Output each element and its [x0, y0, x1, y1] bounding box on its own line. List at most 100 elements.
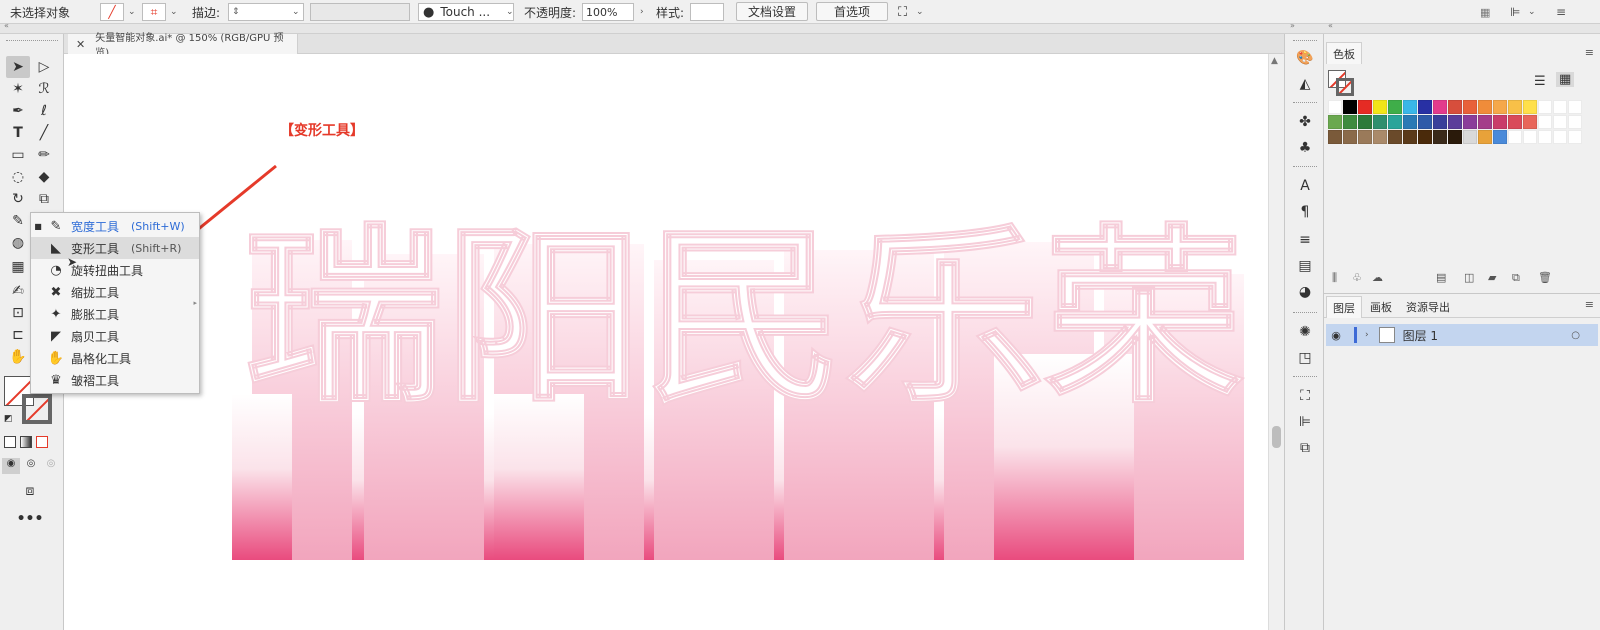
direct-selection-tool-icon[interactable]: ▷: [32, 56, 56, 78]
swatch[interactable]: [1358, 130, 1372, 144]
align-panel-icon[interactable]: ⊫: [1293, 412, 1317, 432]
grid-icon[interactable]: ▦: [1480, 0, 1490, 24]
flyout-item[interactable]: ◔ 旋转扭曲工具: [31, 259, 199, 281]
stroke-panel-icon[interactable]: ≡: [1293, 230, 1317, 250]
new-folder-icon[interactable]: ▰: [1488, 271, 1496, 284]
swatch[interactable]: [1538, 100, 1552, 114]
tab-swatches[interactable]: 色板: [1326, 42, 1362, 64]
swatch[interactable]: [1478, 100, 1492, 114]
lasso-icon[interactable]: ℛ: [32, 78, 56, 100]
none-mode-icon[interactable]: [36, 436, 48, 448]
swatch[interactable]: [1568, 130, 1582, 144]
swatch[interactable]: [1478, 130, 1492, 144]
menu-icon[interactable]: ≡: [1556, 0, 1566, 24]
swatch[interactable]: [1343, 130, 1357, 144]
eye-icon[interactable]: ◉: [1326, 329, 1346, 342]
tear-off-icon[interactable]: ▸: [193, 299, 197, 307]
swatch[interactable]: [1568, 115, 1582, 129]
line-tool-icon[interactable]: ╱: [32, 122, 56, 144]
draw-inside-icon[interactable]: ◎: [42, 458, 60, 474]
collapse-right-icon[interactable]: «: [1328, 21, 1333, 30]
eyedropper-icon[interactable]: ✍: [6, 280, 30, 302]
swatch[interactable]: [1448, 130, 1462, 144]
paragraph-panel-icon[interactable]: ¶: [1293, 202, 1317, 222]
swatch[interactable]: [1538, 115, 1552, 129]
gradient-panel-icon[interactable]: ▤: [1293, 256, 1317, 276]
character-panel-icon[interactable]: A: [1293, 176, 1317, 196]
swatch[interactable]: [1463, 100, 1477, 114]
swatch[interactable]: [1373, 115, 1387, 129]
swatch[interactable]: [1523, 100, 1537, 114]
swatch[interactable]: [1553, 100, 1567, 114]
swatch-kinds-icon[interactable]: ♧: [1352, 271, 1362, 284]
close-icon[interactable]: ✕: [76, 38, 85, 51]
artboard-canvas[interactable]: 瑞阳民乐荣 【变形工具】: [64, 54, 1268, 630]
chevron-down-icon[interactable]: ⌄: [916, 0, 924, 24]
toolbar-grip[interactable]: [6, 40, 58, 43]
swatch[interactable]: [1403, 115, 1417, 129]
swatch[interactable]: [1358, 115, 1372, 129]
flyout-item[interactable]: ✖ 缩拢工具: [31, 281, 199, 303]
swatch[interactable]: [1403, 130, 1417, 144]
swatch[interactable]: [1418, 115, 1432, 129]
screen-mode-icon[interactable]: ⧈: [18, 480, 42, 502]
brush-definition-dropdown[interactable]: ● Touch ...: [418, 3, 514, 21]
color-group-icon[interactable]: ◫: [1464, 271, 1474, 284]
swatch[interactable]: [1553, 130, 1567, 144]
perspective-grid-icon[interactable]: ▦: [6, 256, 30, 278]
new-swatch-icon[interactable]: ⧉: [1512, 271, 1520, 285]
swatch[interactable]: [1373, 130, 1387, 144]
width-tool-icon[interactable]: ✎: [6, 210, 30, 232]
swatch[interactable]: [1493, 100, 1507, 114]
swatch[interactable]: [1448, 115, 1462, 129]
rectangle-tool-icon[interactable]: ▭: [6, 144, 30, 166]
target-circle-icon[interactable]: ○: [1571, 330, 1580, 341]
swatch[interactable]: [1433, 115, 1447, 129]
swatch[interactable]: [1508, 130, 1522, 144]
collapse-left-icon[interactable]: «: [4, 21, 9, 30]
scroll-up-icon[interactable]: ▲: [1271, 56, 1278, 66]
swatch[interactable]: [1523, 130, 1537, 144]
hand-tool-icon[interactable]: ✋: [6, 346, 30, 368]
stroke-swatch-button[interactable]: ⌗: [142, 3, 166, 21]
swatch[interactable]: [1388, 100, 1402, 114]
grid-view-icon[interactable]: ▦: [1556, 72, 1575, 87]
scrollbar-thumb[interactable]: [1272, 426, 1281, 448]
delete-icon[interactable]: 🗑: [1538, 271, 1552, 284]
panel-menu-icon[interactable]: ≡: [1585, 298, 1594, 311]
selection-tool-icon[interactable]: ➤: [6, 56, 30, 78]
swatch[interactable]: [1508, 115, 1522, 129]
stroke-weight-dropdown[interactable]: ⌄: [292, 0, 300, 24]
chevron-down-icon[interactable]: ⌄: [170, 0, 178, 24]
preferences-button[interactable]: 首选项: [816, 2, 888, 21]
chevron-right-icon[interactable]: ›: [640, 0, 644, 24]
swatch[interactable]: [1448, 100, 1462, 114]
transparency-panel-icon[interactable]: ◕: [1293, 282, 1317, 302]
flyout-item[interactable]: ◣ 变形工具 (Shift+R): [31, 237, 199, 259]
swatch[interactable]: [1433, 130, 1447, 144]
swatch[interactable]: [1508, 100, 1522, 114]
panel-menu-icon[interactable]: ≡: [1585, 46, 1594, 59]
swatch[interactable]: [1493, 130, 1507, 144]
flyout-item[interactable]: ✦ 膨胀工具: [31, 303, 199, 325]
swatch[interactable]: [1463, 130, 1477, 144]
paintbrush-icon[interactable]: ✏: [32, 144, 56, 166]
swatch[interactable]: [1493, 115, 1507, 129]
tab-asset-export[interactable]: 资源导出: [1400, 296, 1456, 318]
appearance-panel-icon[interactable]: ✺: [1293, 322, 1317, 342]
layer-row[interactable]: ◉ › 图层 1 ○: [1326, 324, 1598, 346]
swatch[interactable]: [1418, 100, 1432, 114]
swatch-libraries-icon[interactable]: ⫼: [1332, 271, 1337, 285]
scale-tool-icon[interactable]: ⧉: [32, 188, 56, 210]
shaper-tool-icon[interactable]: ◌: [6, 166, 30, 188]
doc-setup-button[interactable]: 文档设置: [736, 2, 808, 21]
chevron-down-icon[interactable]: ⌄: [128, 0, 136, 24]
gradient-mode-icon[interactable]: [20, 436, 32, 448]
chevron-right-icon[interactable]: ›: [1365, 330, 1369, 340]
swatch[interactable]: [1343, 115, 1357, 129]
swatch[interactable]: [1433, 100, 1447, 114]
type-tool-icon[interactable]: T: [6, 122, 30, 144]
flyout-item[interactable]: ♛ 皱褶工具: [31, 369, 199, 391]
flyout-item[interactable]: ✋ 晶格化工具: [31, 347, 199, 369]
collapse-right-icon[interactable]: »: [1290, 21, 1295, 30]
